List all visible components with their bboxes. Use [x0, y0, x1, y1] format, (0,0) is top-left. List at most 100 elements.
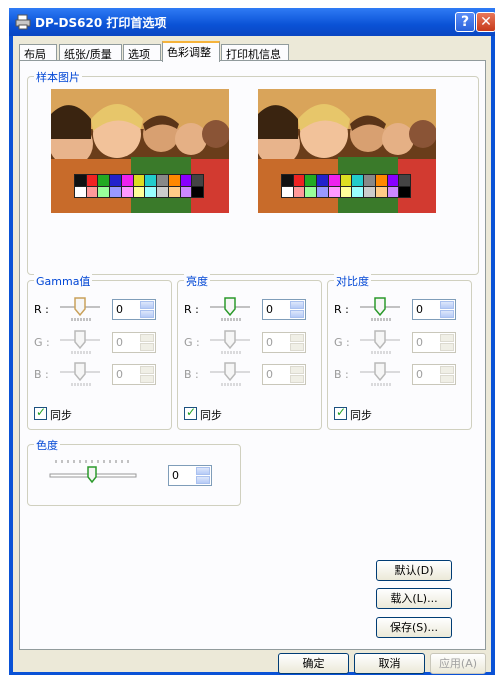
spin-up-button[interactable] [140, 366, 154, 374]
close-button[interactable]: ✕ [476, 12, 495, 32]
gamma-row-label: B : [34, 368, 49, 381]
spin-down-button[interactable] [290, 343, 304, 351]
brightness-group: 亮度 ✓ 同步 R : 0 G : 0 B : 0 [177, 273, 322, 430]
chroma-group: 色度 0 [27, 437, 241, 506]
spin-down-button[interactable] [140, 375, 154, 383]
gamma-sync-checkbox[interactable]: ✓ [34, 405, 47, 420]
contrast-spinbox[interactable]: 0 [412, 332, 456, 353]
contrast-label: 对比度 [334, 273, 371, 289]
spin-buttons [140, 334, 154, 351]
tab-options[interactable]: 选项 [123, 44, 161, 61]
checkmark-icon: ✓ [186, 405, 197, 419]
tab-layout[interactable]: 布局 [19, 44, 57, 61]
tab-page: 样本图片 Gamma值 ✓ 同步 R: 0 G: 0 B: 0 亮度 ✓ … [19, 60, 486, 650]
gamma-value: 0 [116, 336, 123, 349]
checkmark-icon: ✓ [36, 405, 47, 419]
cancel-button[interactable]: 取消 [354, 653, 425, 674]
spin-up-button[interactable] [440, 334, 454, 342]
contrast-row-label: B : [334, 368, 349, 381]
gamma-spinbox[interactable]: 0 [112, 332, 156, 353]
gamma-slider[interactable] [58, 296, 102, 324]
chroma-label: 色度 [34, 437, 60, 453]
contrast-sync-label: 同步 [350, 409, 372, 422]
spin-buttons [290, 301, 304, 318]
spin-down-button[interactable] [290, 310, 304, 318]
brightness-row-label: R : [184, 303, 199, 316]
sample-image-label: 样本图片 [34, 69, 82, 85]
spin-buttons [440, 334, 454, 351]
contrast-value: 0 [416, 368, 423, 381]
spin-up-button[interactable] [290, 301, 304, 309]
brightness-spinbox[interactable]: 0 [262, 299, 306, 320]
spin-down-button[interactable] [140, 310, 154, 318]
chroma-spinbox[interactable]: 0 [168, 465, 212, 486]
contrast-slider[interactable] [358, 329, 402, 357]
spin-buttons [290, 334, 304, 351]
gamma-row-label: R : [34, 303, 49, 316]
spin-down-button[interactable] [196, 476, 210, 484]
brightness-spinbox[interactable]: 0 [262, 332, 306, 353]
spin-up-button[interactable] [440, 301, 454, 309]
chroma-spin-buttons [196, 467, 210, 484]
color-bars [281, 174, 411, 198]
gamma-label: Gamma值 [34, 273, 93, 289]
brightness-row-label: G : [184, 336, 200, 349]
contrast-spinbox[interactable]: 0 [412, 299, 456, 320]
save-button[interactable]: 保存(S)... [376, 617, 452, 638]
contrast-row-label: G : [334, 336, 350, 349]
brightness-slider[interactable] [208, 329, 252, 357]
contrast-slider[interactable] [358, 296, 402, 324]
gamma-spinbox[interactable]: 0 [112, 299, 156, 320]
dialog-client: 布局 纸张/质量 选项 色彩调整 打印机信息 样本图片 Gamma值 ✓ 同步 … [13, 36, 491, 674]
gamma-slider[interactable] [58, 361, 102, 389]
default-button[interactable]: 默认(D) [376, 560, 452, 581]
gamma-slider[interactable] [58, 329, 102, 357]
ok-button[interactable]: 确定 [278, 653, 349, 674]
spin-buttons [440, 301, 454, 318]
color-bars [74, 174, 204, 198]
spin-down-button[interactable] [440, 375, 454, 383]
brightness-value: 0 [266, 368, 273, 381]
brightness-slider[interactable] [208, 361, 252, 389]
gamma-sync-label: 同步 [50, 409, 72, 422]
spin-up-button[interactable] [290, 334, 304, 342]
brightness-sync-checkbox[interactable]: ✓ [184, 405, 197, 420]
spin-up-button[interactable] [196, 467, 210, 475]
apply-button[interactable]: 应用(A) [430, 653, 486, 674]
contrast-slider[interactable] [358, 361, 402, 389]
brightness-label: 亮度 [184, 273, 210, 289]
chroma-slider[interactable] [48, 457, 140, 485]
gamma-value: 0 [116, 303, 123, 316]
brightness-slider[interactable] [208, 296, 252, 324]
gamma-spinbox[interactable]: 0 [112, 364, 156, 385]
spin-down-button[interactable] [290, 375, 304, 383]
contrast-sync-checkbox[interactable]: ✓ [334, 405, 347, 420]
brightness-row-label: B : [184, 368, 199, 381]
tab-paper-quality[interactable]: 纸张/质量 [59, 44, 122, 61]
dialog-window: DP-DS620 打印首选项 ? ✕ 布局 纸张/质量 选项 色彩调整 打印机信… [9, 8, 495, 675]
sample-image-group: 样本图片 [27, 69, 479, 275]
checkmark-icon: ✓ [336, 405, 347, 419]
tab-color-adjust[interactable]: 色彩调整 [162, 41, 220, 62]
contrast-group: 对比度 ✓ 同步 R : 0 G : 0 B : 0 [327, 273, 472, 430]
contrast-row-label: R : [334, 303, 349, 316]
contrast-spinbox[interactable]: 0 [412, 364, 456, 385]
brightness-value: 0 [266, 303, 273, 316]
spin-up-button[interactable] [140, 334, 154, 342]
spin-buttons [140, 366, 154, 383]
tab-printer-info[interactable]: 打印机信息 [221, 44, 289, 61]
load-button[interactable]: 载入(L)... [376, 588, 452, 609]
spin-up-button[interactable] [290, 366, 304, 374]
spin-up-button[interactable] [440, 366, 454, 374]
sample-image-adjusted [258, 89, 436, 213]
spin-down-button[interactable] [440, 310, 454, 318]
contrast-value: 0 [416, 303, 423, 316]
brightness-sync-label: 同步 [200, 409, 222, 422]
spin-up-button[interactable] [140, 301, 154, 309]
contrast-value: 0 [416, 336, 423, 349]
brightness-spinbox[interactable]: 0 [262, 364, 306, 385]
spin-down-button[interactable] [140, 343, 154, 351]
title-bar[interactable]: DP-DS620 打印首选项 ? ✕ [9, 8, 495, 36]
help-button[interactable]: ? [455, 12, 475, 32]
spin-down-button[interactable] [440, 343, 454, 351]
